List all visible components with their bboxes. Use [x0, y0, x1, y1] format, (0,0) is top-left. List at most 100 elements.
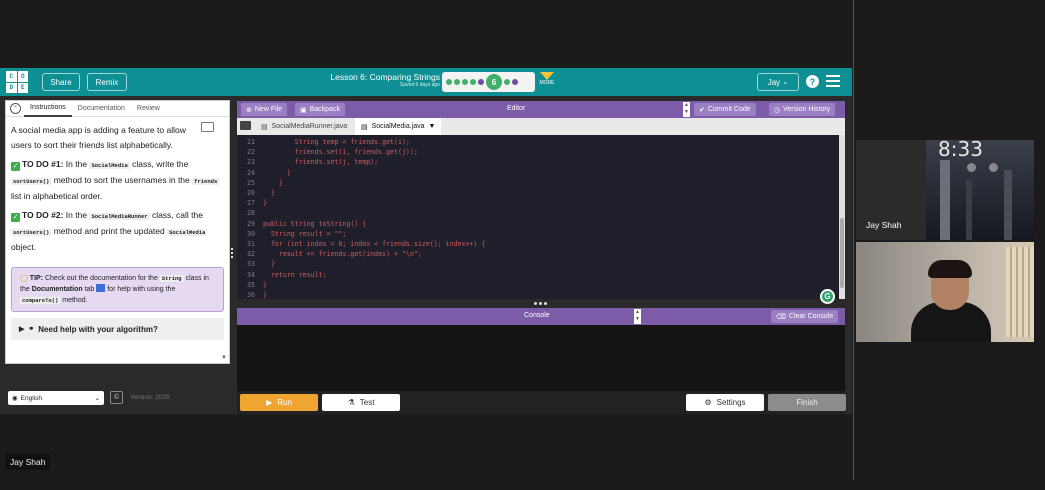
inline-code: sortUsers()	[11, 178, 52, 185]
console-title: Console	[524, 312, 550, 319]
tower-silhouette	[940, 160, 950, 240]
participant-tile[interactable]: 8:33 Jay Shah	[856, 140, 1034, 240]
current-level-bubble[interactable]: 6	[486, 74, 502, 90]
code-line[interactable]: friends.set(i, friends.get(j));	[263, 148, 418, 156]
todo1-text: list in alphabetical order.	[11, 191, 103, 201]
backpack-label: Backpack	[309, 106, 340, 113]
level-dot[interactable]	[470, 79, 476, 85]
new-file-button[interactable]: ⊕ New File	[241, 103, 288, 116]
level-dot[interactable]	[512, 79, 518, 85]
inline-code: SocialMedia	[89, 162, 130, 169]
user-menu-button[interactable]: Jay ⌄	[757, 73, 799, 91]
level-dot[interactable]	[446, 79, 452, 85]
line-number: 31	[247, 240, 255, 248]
tab-socialmedia[interactable]: ▤ SocialMedia.java ▼	[355, 118, 442, 135]
checkbox-icon: ✓	[11, 213, 20, 222]
blinds	[1006, 247, 1034, 337]
instructions-text: A social media app is adding a feature t…	[6, 117, 229, 261]
code-line[interactable]: public String toString() {	[263, 220, 366, 228]
tab-socialmediarunner[interactable]: ▤ SocialMediaRunner.java	[255, 118, 353, 135]
tab-label: SocialMediaRunner.java	[271, 123, 348, 130]
copyright-icon[interactable]: ©	[110, 391, 123, 404]
language-select[interactable]: ◉ English ⌄	[8, 391, 104, 405]
code-line[interactable]: }	[263, 291, 267, 299]
finish-button[interactable]: Finish	[768, 394, 846, 411]
logo-letter: C	[6, 71, 17, 82]
grammarly-icon[interactable]: G	[820, 289, 835, 304]
code-line[interactable]: friends.set(j, temp);	[263, 158, 378, 166]
line-number: 34	[247, 270, 255, 279]
commit-code-button[interactable]: ✔ Commit Code	[694, 103, 756, 116]
level-dot[interactable]	[478, 79, 484, 85]
tip-text: tab	[84, 286, 95, 293]
panel-resize-handle[interactable]	[231, 248, 235, 260]
help-icon[interactable]: ?	[806, 75, 819, 88]
instructions-tabs: ⌃ Instructions Documentation Review	[6, 101, 229, 117]
logo-letter: E	[17, 82, 28, 93]
editor-title: Editor	[507, 105, 526, 112]
collapse-icon[interactable]: ⌃	[10, 103, 21, 114]
console-output[interactable]	[237, 325, 845, 391]
run-button[interactable]: ▶ Run	[240, 394, 318, 411]
share-button[interactable]: Share	[42, 73, 80, 91]
folder-icon[interactable]	[240, 121, 251, 130]
line-number: 35	[247, 280, 255, 289]
lightbulb-icon: ◯	[20, 275, 28, 282]
clear-console-button[interactable]: ⌫ Clear Console	[771, 310, 839, 323]
editor-scrollbar-thumb[interactable]	[840, 218, 844, 288]
inline-code: compareTo()	[20, 297, 61, 304]
tab-instructions[interactable]: Instructions	[24, 101, 72, 117]
code-line[interactable]: }	[263, 169, 291, 177]
algorithm-help-label: Need help with your algorithm?	[38, 324, 158, 334]
version-history-button[interactable]: ◷ Version History	[769, 103, 836, 116]
top-bar: C O D E Share Remix Lesson 6: Comparing …	[0, 68, 852, 96]
todo1-text: method to sort the usernames in the	[53, 175, 190, 185]
tab-documentation[interactable]: Documentation	[72, 105, 131, 112]
finish-label: Finish	[796, 398, 818, 407]
file-icon: ▤	[361, 123, 368, 131]
code-line[interactable]: }	[263, 260, 275, 268]
tab-review[interactable]: Review	[131, 105, 166, 112]
todo1-text: class, write the	[132, 159, 189, 169]
more-levels-button[interactable]: MORE	[538, 72, 556, 86]
run-label: Run	[277, 398, 292, 407]
todo2-text: class, call the	[151, 210, 203, 220]
code-line[interactable]: }	[263, 189, 275, 197]
saved-status: Saved 6 days ago	[399, 82, 440, 88]
code-org-logo[interactable]: C O D E	[6, 71, 28, 93]
logo-letter: O	[17, 71, 28, 82]
level-dot[interactable]	[454, 79, 460, 85]
line-number: 32	[247, 250, 255, 259]
test-button[interactable]: ⚗ Test	[322, 394, 400, 411]
backpack-button[interactable]: ▣ Backpack	[295, 103, 345, 116]
code-line[interactable]: }	[263, 281, 267, 289]
code-line[interactable]: result += friends.get(index) + "\n";	[263, 250, 422, 258]
level-dot[interactable]	[504, 79, 510, 85]
todo1-label: TO DO #1:	[22, 159, 64, 169]
console-scroll-arrows[interactable]: ▲ ▼	[634, 309, 641, 324]
backpack-icon: ▣	[300, 106, 307, 114]
code-editor[interactable]: 21 String temp = friends.get(i); 22 frien…	[237, 135, 839, 299]
code-line[interactable]: String temp = friends.get(i);	[263, 138, 410, 146]
line-number: 22	[247, 148, 255, 157]
scroll-down-icon[interactable]: ▼	[221, 355, 227, 361]
code-line[interactable]: for (int index = 0; index < friends.size…	[263, 240, 485, 248]
level-progress[interactable]: 6	[442, 72, 535, 92]
hamburger-menu-icon[interactable]	[826, 75, 840, 87]
algorithm-help-toggle[interactable]: ▶ ⚭ Need help with your algorithm?	[11, 318, 224, 340]
remix-button[interactable]: Remix	[87, 73, 127, 91]
logo-letter: D	[6, 82, 17, 93]
settings-button[interactable]: ⚙ Settings	[686, 394, 764, 411]
text-to-speech-icon[interactable]	[201, 122, 214, 132]
editor-scroll-arrows[interactable]: ▲ ▼	[683, 102, 690, 117]
code-line[interactable]: }	[263, 199, 267, 207]
level-dot[interactable]	[462, 79, 468, 85]
code-line[interactable]: }	[263, 179, 283, 187]
eraser-icon: ⌫	[776, 313, 786, 321]
plus-icon: ⊕	[246, 106, 252, 114]
participant-video[interactable]	[856, 242, 1034, 342]
console-bar: Console ▲ ▼ ⌫ Clear Console	[237, 308, 845, 325]
code-line[interactable]: return result;	[263, 271, 327, 279]
console-resize-handle[interactable]	[534, 302, 548, 306]
code-line[interactable]: String result = "";	[263, 230, 346, 238]
